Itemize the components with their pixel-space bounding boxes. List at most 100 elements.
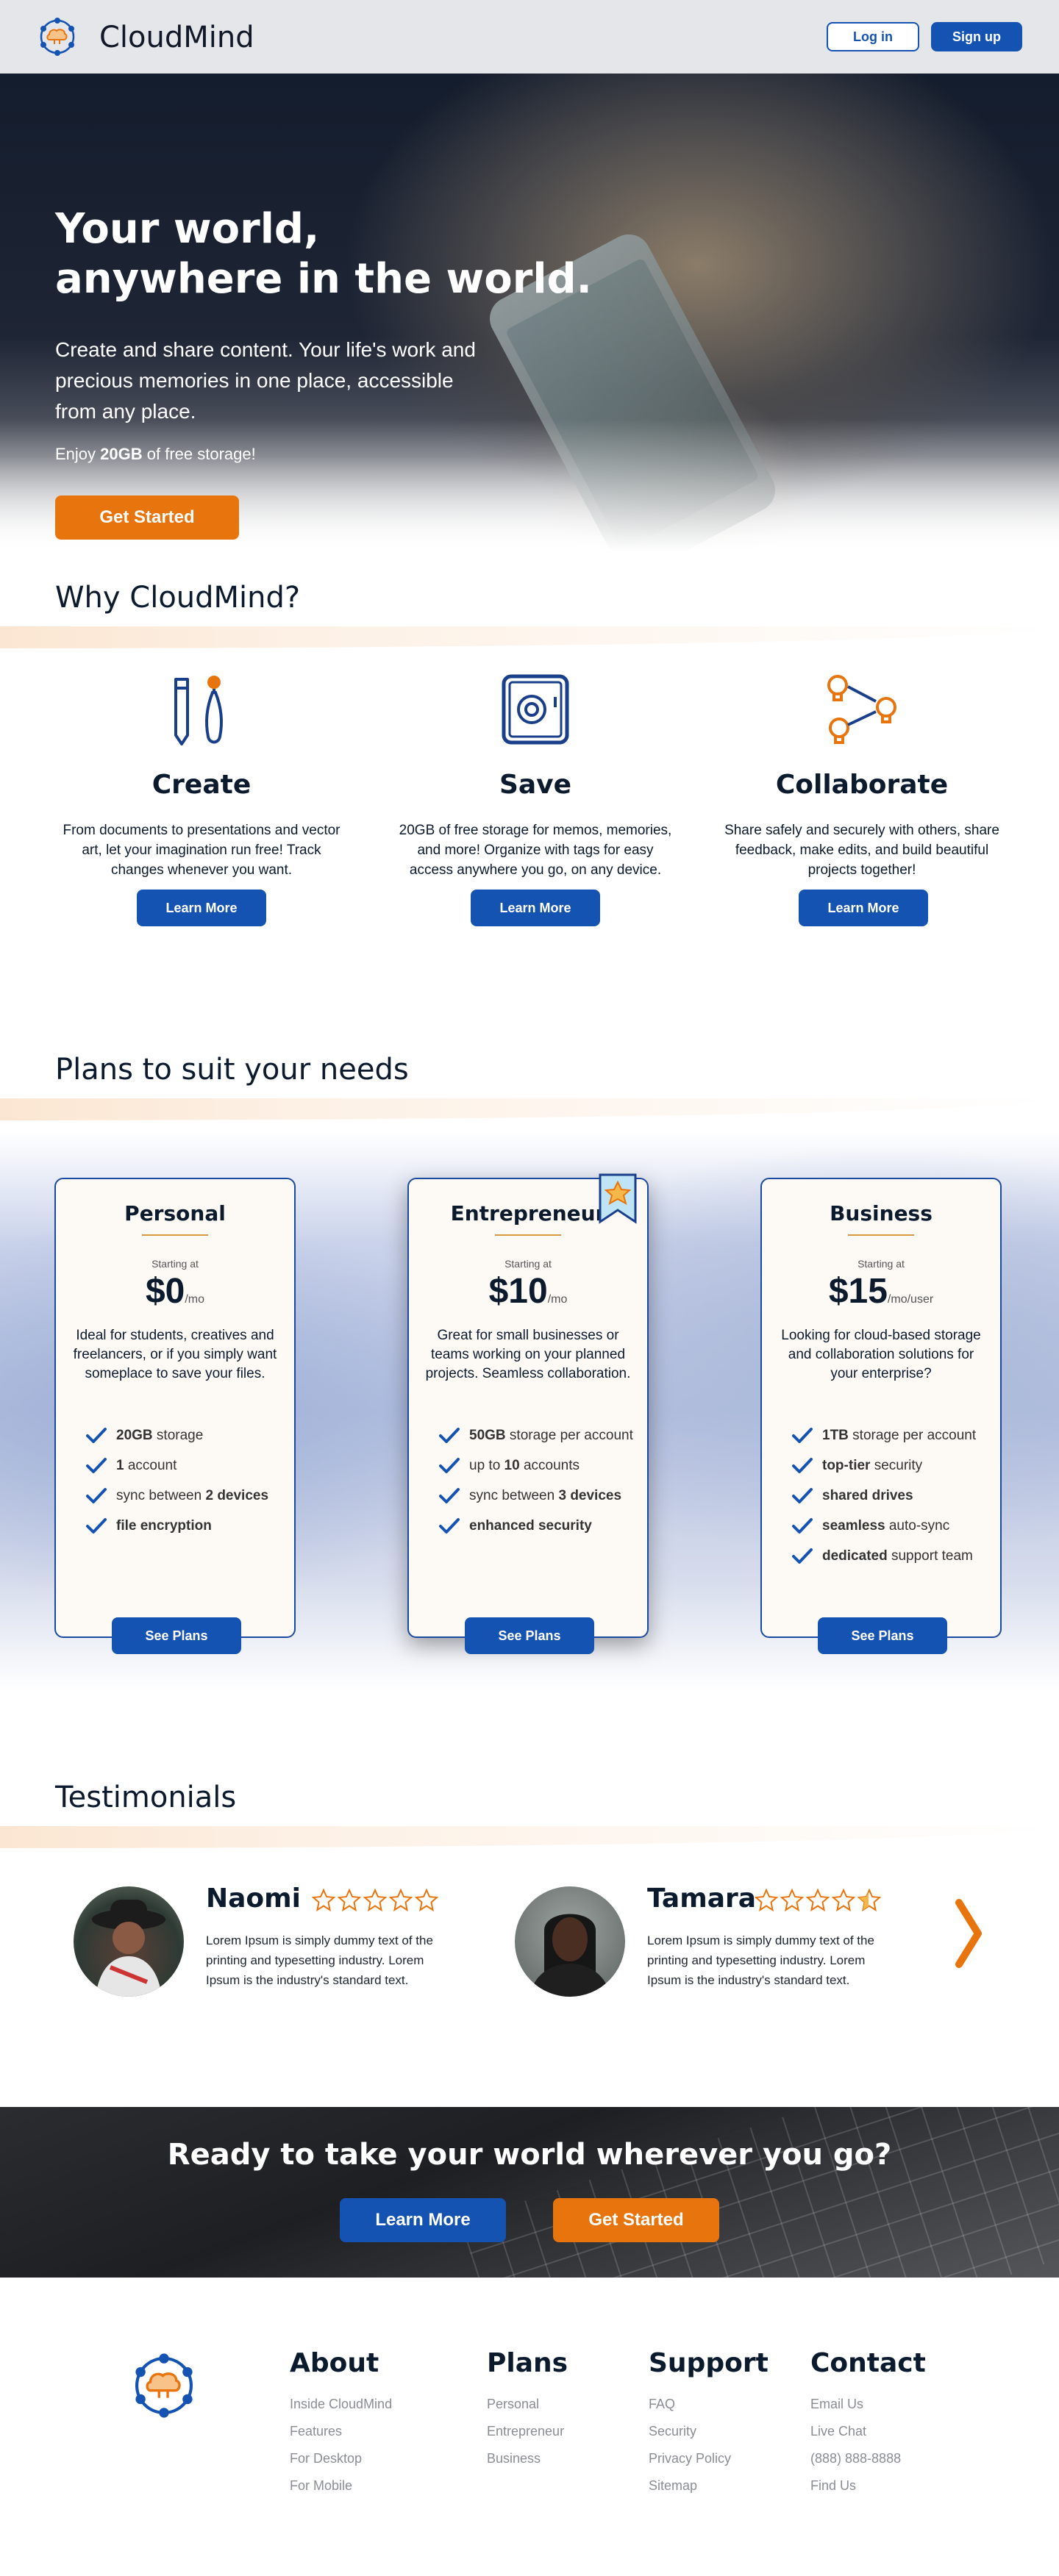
star-icon xyxy=(415,1888,438,1911)
testimonial-text: Lorem Ipsum is simply dummy text of the … xyxy=(206,1933,433,1987)
starting-at-label: Starting at xyxy=(857,1258,905,1270)
footer-column-contact: Contact Email Us Live Chat (888) 888-8888 Fi… xyxy=(810,2348,926,2494)
plan-feature: seamless auto-sync xyxy=(791,1511,1000,1541)
footer-column-title: Support xyxy=(649,2348,769,2378)
feature-text: From documents to presentations and vect… xyxy=(63,823,340,878)
lightbulbs-icon xyxy=(827,675,896,744)
star-icon xyxy=(338,1888,361,1911)
footer-logo-icon[interactable] xyxy=(129,2351,199,2420)
hero-subtitle: Create and share content. Your life's wo… xyxy=(55,338,476,423)
feature-text: 20GB of free storage for memos, memories… xyxy=(399,823,672,878)
cta-get-started-button[interactable]: Get Started xyxy=(553,2198,719,2242)
cta-learn-more-button[interactable]: Learn More xyxy=(340,2198,506,2242)
testimonial-name: Tamara xyxy=(647,1883,757,1914)
plan-feature: top-tier security xyxy=(791,1450,1000,1481)
check-icon xyxy=(86,1427,107,1443)
star-icon xyxy=(363,1888,387,1911)
footer-link[interactable]: Security xyxy=(649,2423,769,2440)
check-icon xyxy=(792,1517,813,1534)
starting-at-label: Starting at xyxy=(504,1258,552,1270)
see-plans-business-button[interactable]: See Plans xyxy=(818,1617,947,1654)
footer-link[interactable]: Business xyxy=(487,2450,568,2467)
laptop-keyboard-image xyxy=(460,2107,1059,2278)
brand-name[interactable]: CloudMind xyxy=(99,21,254,54)
avatar-tamara xyxy=(515,1886,625,1997)
safe-icon xyxy=(502,674,569,745)
testimonial-text: Lorem Ipsum is simply dummy text of the … xyxy=(647,1933,874,1987)
star-icon xyxy=(806,1888,830,1911)
plan-name: Personal xyxy=(124,1201,226,1226)
footer-link[interactable]: Entrepreneur xyxy=(487,2423,568,2440)
plan-feature: 50GB storage per account xyxy=(438,1420,647,1450)
learn-more-collaborate-button[interactable]: Learn More xyxy=(799,890,928,926)
footer-link[interactable]: Find Us xyxy=(810,2477,926,2494)
featured-star-ribbon-icon xyxy=(599,1173,637,1224)
footer-link[interactable]: Email Us xyxy=(810,2396,926,2413)
plan-description: Great for small businesses or teams work… xyxy=(425,1328,631,1381)
footer-link[interactable]: For Mobile xyxy=(290,2477,392,2494)
check-icon xyxy=(792,1427,813,1443)
cta-band: Ready to take your world wherever you go… xyxy=(0,2107,1059,2278)
site-header: CloudMind Log in Sign up xyxy=(0,0,1059,74)
plan-card-entrepreneur: Entrepreneur Starting at $10/mo Great fo… xyxy=(407,1178,649,1638)
get-started-button[interactable]: Get Started xyxy=(55,495,239,540)
feature-title: Create xyxy=(151,770,252,800)
check-icon xyxy=(86,1487,107,1503)
check-icon xyxy=(792,1548,813,1564)
footer-link[interactable]: Sitemap xyxy=(649,2477,769,2494)
plan-price: $15/mo/user xyxy=(828,1272,934,1311)
plan-feature: 20GB storage xyxy=(85,1420,294,1450)
footer-link[interactable]: FAQ xyxy=(649,2396,769,2413)
why-heading: Why CloudMind? xyxy=(55,581,301,615)
plan-card-business: Business Starting at $15/mo/user Looking… xyxy=(760,1178,1002,1638)
feature-title: Collaborate xyxy=(775,770,949,800)
feature-collaborate: Collaborate Share safely and securely wi… xyxy=(715,670,1009,880)
footer-link[interactable]: Features xyxy=(290,2423,392,2440)
avatar-naomi xyxy=(74,1886,184,1997)
star-icon xyxy=(857,1888,881,1911)
footer-link[interactable]: Personal xyxy=(487,2396,568,2413)
plan-feature: shared drives xyxy=(791,1481,1000,1511)
next-testimonial-arrow-icon[interactable] xyxy=(950,1897,987,1970)
feature-create: Create From documents to presentations a… xyxy=(54,670,349,880)
footer-column-support: Support FAQ Security Privacy Policy Sitemap xyxy=(649,2348,769,2494)
star-icon xyxy=(755,1888,778,1911)
plans-heading: Plans to suit your needs xyxy=(55,1053,409,1087)
login-button[interactable]: Log in xyxy=(827,22,919,51)
footer-link[interactable]: Live Chat xyxy=(810,2423,926,2440)
testimonials-heading: Testimonials xyxy=(55,1781,237,1814)
plan-name: Business xyxy=(830,1201,933,1226)
check-icon xyxy=(439,1457,460,1473)
cta-heading: Ready to take your world wherever you go… xyxy=(167,2138,892,2172)
testimonial-name: Naomi xyxy=(206,1883,302,1914)
footer-column-title: Contact xyxy=(810,2348,926,2378)
footer-column-plans: Plans Personal Entrepreneur Business xyxy=(487,2348,568,2467)
cloudmind-logo-icon[interactable] xyxy=(37,16,78,57)
plan-feature: dedicated support team xyxy=(791,1541,1000,1571)
plan-feature: 1TB storage per account xyxy=(791,1420,1000,1450)
plan-feature: 1 account xyxy=(85,1450,294,1481)
footer-link[interactable]: (888) 888-8888 xyxy=(810,2450,926,2467)
star-icon xyxy=(312,1888,335,1911)
see-plans-personal-button[interactable]: See Plans xyxy=(112,1617,241,1654)
footer-link[interactable]: Inside CloudMind xyxy=(290,2396,392,2413)
hero-title: Your world, anywhere in the world. xyxy=(55,205,592,303)
check-icon xyxy=(439,1517,460,1534)
plan-description: Looking for cloud-based storage and coll… xyxy=(781,1328,981,1381)
footer-link[interactable]: Privacy Policy xyxy=(649,2450,769,2467)
see-plans-entrepreneur-button[interactable]: See Plans xyxy=(465,1617,594,1654)
learn-more-create-button[interactable]: Learn More xyxy=(137,890,266,926)
hero-storage-note: Enjoy 20GB of free storage! xyxy=(55,445,256,463)
check-icon xyxy=(792,1457,813,1473)
plan-price: $0/mo xyxy=(145,1272,205,1311)
signup-button[interactable]: Sign up xyxy=(931,22,1022,51)
check-icon xyxy=(86,1457,107,1473)
learn-more-save-button[interactable]: Learn More xyxy=(471,890,600,926)
plan-feature: file encryption xyxy=(85,1511,294,1541)
feature-save: Save 20GB of free storage for memos, mem… xyxy=(388,670,682,880)
check-icon xyxy=(439,1427,460,1443)
feature-text: Share safely and securely with others, s… xyxy=(724,823,999,878)
hero-section: Your world, anywhere in the world. Create… xyxy=(0,74,1059,551)
rating-stars xyxy=(755,1888,881,1913)
footer-link[interactable]: For Desktop xyxy=(290,2450,392,2467)
